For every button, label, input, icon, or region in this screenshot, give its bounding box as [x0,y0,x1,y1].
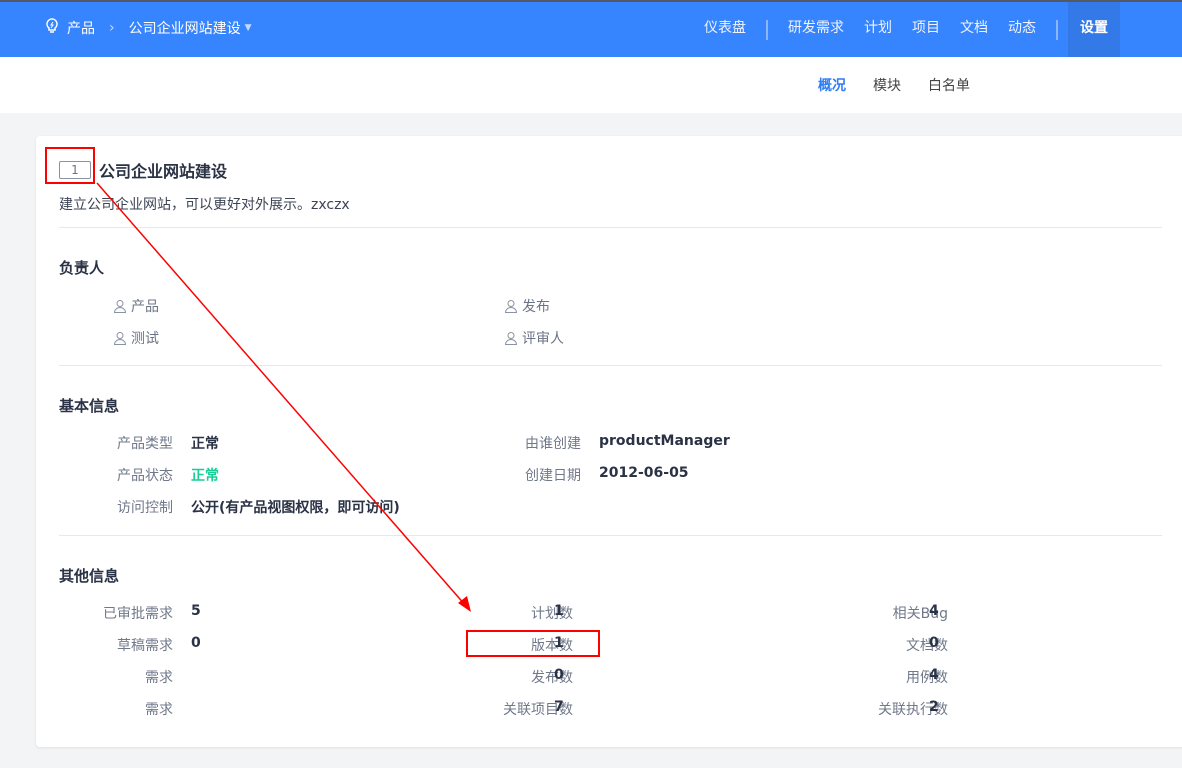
user-icon [113,300,127,313]
owner-release: 发布 [504,296,550,316]
info-value: productManager [599,433,730,449]
owner-product: 产品 [113,296,159,316]
breadcrumb: 产品 › 公司企业网站建设 ▼ [45,18,252,38]
product-description: 建立公司企业网站，可以更好对外展示。zxczx [59,197,350,213]
tab-overview[interactable]: 概况 [818,75,846,95]
nav-activity[interactable]: 动态 [998,2,1046,57]
stat-label: 已审批需求 [103,606,173,622]
user-icon [504,300,518,313]
status-value: 正常 [191,468,219,484]
info-value: 2012-06-05 [599,465,689,481]
info-label: 访问控制 [117,500,173,516]
stat-label: 需求 [145,702,173,718]
owner-reviewer: 评审人 [504,328,564,348]
stat-label: 发布数 [531,670,573,686]
stat-label: 草稿需求 [117,638,173,654]
stat-value: 0 [554,667,564,683]
nav-divider [1056,19,1058,40]
nav-project[interactable]: 项目 [902,2,950,57]
owners-heading: 负责人 [59,259,105,277]
stat-label: 用例数 [906,670,948,686]
info-label: 由谁创建 [525,436,581,452]
main-nav: 仪表盘 研发需求 计划 项目 文档 动态 设置 [694,2,1182,57]
divider [59,365,1162,366]
divider [59,227,1162,228]
info-label: 创建日期 [525,468,581,484]
product-title: 1 公司企业网站建设 [59,158,227,182]
info-label: 产品类型 [117,436,173,452]
nav-dashboard[interactable]: 仪表盘 [694,2,756,57]
divider [59,535,1162,536]
stat-value: 0 [929,635,939,651]
user-icon [504,332,518,345]
lightbulb-icon [45,18,59,38]
nav-requirements[interactable]: 研发需求 [778,2,854,57]
nav-doc[interactable]: 文档 [950,2,998,57]
product-id-badge: 1 [59,161,91,179]
stat-label: 相关Bug [892,606,948,622]
breadcrumb-product[interactable]: 产品 [67,18,95,38]
stat-value: 0 [191,635,201,651]
stat-label: 计划数 [531,606,573,622]
stat-label: 版本数 [531,638,573,654]
stat-value: 4 [929,667,939,683]
caret-down-icon[interactable]: ▼ [245,23,252,33]
stat-value: 4 [929,603,939,619]
info-value: 正常 [191,436,219,452]
nav-divider [766,19,768,40]
info-value: 公开(有产品视图权限，即可访问) [191,500,400,516]
user-icon [113,332,127,345]
breadcrumb-current-product[interactable]: 公司企业网站建设 [129,18,241,38]
stat-label: 需求 [145,670,173,686]
info-label: 产品状态 [117,468,173,484]
other-info-heading: 其他信息 [59,567,120,585]
chevron-right-icon: › [109,20,115,36]
owner-test: 测试 [113,328,159,348]
stat-value: 7 [554,699,564,715]
product-overview-card: 1 公司企业网站建设 建立公司企业网站，可以更好对外展示。zxczx 负责人 产… [36,136,1182,747]
nav-settings[interactable]: 设置 [1068,2,1120,57]
sub-nav: 概况 模块 白名单 [0,57,1182,113]
nav-plan[interactable]: 计划 [854,2,902,57]
product-name: 公司企业网站建设 [99,162,228,181]
basic-info-heading: 基本信息 [59,397,120,415]
stat-value: 1 [554,635,564,651]
tab-whitelist[interactable]: 白名单 [928,75,970,95]
stat-label: 文档数 [906,638,948,654]
stat-value: 2 [929,699,939,715]
stat-value: 1 [554,603,564,619]
top-bar: 产品 › 公司企业网站建设 ▼ 仪表盘 研发需求 计划 项目 文档 动态 设置 [0,0,1182,57]
stat-value: 5 [191,603,201,619]
tab-modules[interactable]: 模块 [873,75,901,95]
